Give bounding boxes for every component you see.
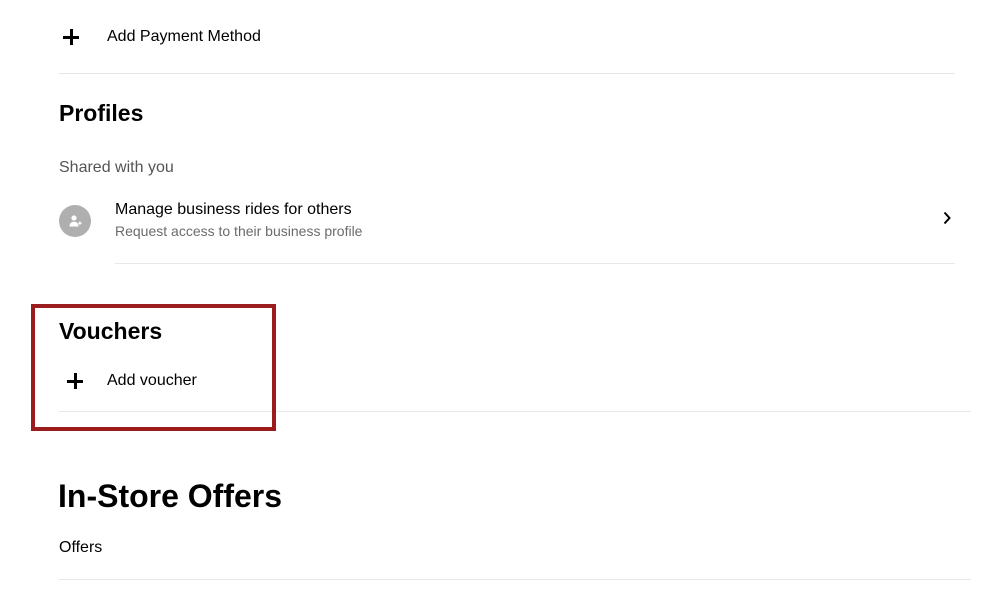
manage-business-rides-title: Manage business rides for others — [115, 201, 352, 218]
divider — [59, 579, 971, 580]
add-voucher-button[interactable]: Add voucher — [67, 370, 197, 392]
divider — [115, 263, 955, 264]
chevron-right-icon[interactable] — [939, 210, 955, 226]
manage-business-rides-item[interactable]: Manage business rides for others Request… — [59, 196, 955, 246]
add-voucher-label: Add voucher — [107, 372, 197, 389]
divider — [59, 411, 971, 412]
plus-icon — [67, 373, 83, 389]
add-payment-method-button[interactable]: Add Payment Method — [63, 26, 261, 48]
in-store-offers-heading: In-Store Offers — [58, 478, 283, 514]
person-add-icon — [69, 215, 82, 227]
vouchers-heading: Vouchers — [59, 318, 163, 344]
avatar — [59, 205, 91, 237]
offers-link[interactable]: Offers — [59, 539, 102, 557]
plus-icon — [63, 29, 79, 45]
add-payment-method-label: Add Payment Method — [107, 28, 261, 45]
manage-business-rides-subtitle: Request access to their business profile — [115, 223, 363, 239]
divider — [59, 73, 955, 74]
profiles-heading: Profiles — [59, 100, 144, 126]
shared-with-you-label: Shared with you — [59, 159, 174, 176]
